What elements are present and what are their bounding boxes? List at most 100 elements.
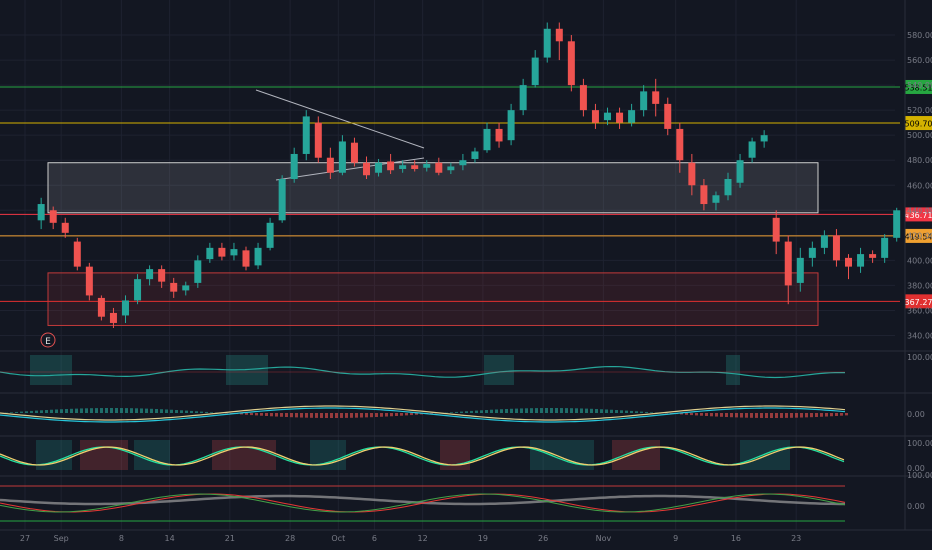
macd-histogram-bar	[570, 408, 573, 413]
macd-histogram-bar	[590, 408, 593, 413]
macd-histogram-bar	[565, 408, 568, 413]
macd-histogram-bar	[740, 413, 743, 418]
candle-body	[423, 163, 431, 168]
panel-axis-label: 100.00	[907, 471, 932, 480]
macd-histogram-bar	[690, 413, 693, 416]
macd-histogram-bar	[540, 408, 543, 413]
macd-histogram-bar	[575, 408, 578, 413]
macd-histogram-bar	[55, 409, 58, 413]
macd-histogram-bar	[100, 408, 103, 413]
macd-histogram-bar	[75, 408, 78, 413]
candle-body	[640, 91, 648, 111]
macd-histogram-bar	[165, 409, 168, 413]
candle-body	[182, 285, 190, 291]
date-tick-label: 27	[20, 534, 30, 543]
date-tick-label: 6	[372, 534, 377, 543]
candle-body	[893, 210, 901, 238]
macd-histogram-bar	[80, 408, 83, 413]
macd-histogram-bar	[395, 413, 398, 416]
macd-histogram-bar	[155, 408, 158, 413]
macd-histogram-bar	[600, 409, 603, 413]
macd-histogram-bar	[380, 413, 383, 417]
candle-body	[567, 41, 575, 86]
price-tick-label: 480.00	[907, 156, 932, 165]
macd-histogram-bar	[130, 408, 133, 413]
macd-histogram-bar	[725, 413, 728, 418]
macd-histogram-bar	[375, 413, 378, 417]
candle-body	[471, 151, 479, 159]
macd-histogram-bar	[825, 413, 828, 417]
macd-histogram-bar	[805, 413, 808, 418]
candle-body	[49, 210, 57, 223]
panel-axis-label: 0.00	[907, 410, 925, 419]
date-tick-label: 19	[478, 534, 488, 543]
date-tick-label: 16	[731, 534, 741, 543]
macd-histogram-bar	[205, 411, 208, 413]
candle-body	[61, 222, 69, 233]
price-tick-label: 580.00	[907, 31, 932, 40]
macd-histogram-bar	[840, 413, 843, 416]
macd-histogram-bar	[490, 409, 493, 413]
panel-axis-label: 100.00	[907, 353, 932, 362]
macd-histogram-bar	[795, 413, 798, 418]
macd-histogram-bar	[265, 413, 268, 417]
candle-body	[37, 204, 45, 221]
macd-histogram-bar	[735, 413, 738, 418]
macd-histogram-bar	[710, 413, 713, 417]
macd-histogram-bar	[340, 413, 343, 418]
macd-histogram-bar	[250, 413, 253, 416]
macd-histogram-bar	[135, 408, 138, 413]
macd-histogram-bar	[350, 413, 353, 418]
price-tick-label: 420.00	[907, 231, 932, 240]
candle-body	[628, 110, 636, 123]
macd-histogram-bar	[835, 413, 838, 416]
macd-histogram-bar	[390, 413, 393, 417]
macd-histogram-bar	[345, 413, 348, 418]
macd-histogram-bar	[530, 408, 533, 413]
macd-histogram-bar	[260, 413, 263, 416]
candle-body	[254, 247, 262, 266]
stoch-band	[740, 440, 790, 470]
macd-histogram-bar	[555, 408, 558, 413]
date-tick-label: 23	[791, 534, 801, 543]
macd-histogram-bar	[815, 413, 818, 417]
candle-body	[820, 235, 828, 248]
macd-histogram-bar	[270, 413, 273, 417]
macd-histogram-bar	[115, 408, 118, 413]
macd-histogram-bar	[750, 413, 753, 418]
rsi-band	[484, 355, 514, 385]
date-tick-label: 26	[538, 534, 548, 543]
macd-histogram-bar	[460, 411, 463, 413]
macd-histogram-bar	[200, 411, 203, 413]
price-tick-label: 400.00	[907, 256, 932, 265]
macd-histogram-bar	[50, 409, 53, 413]
price-tick-label: 380.00	[907, 281, 932, 290]
candle-body	[350, 142, 358, 163]
macd-histogram-bar	[360, 413, 363, 418]
candle-body	[302, 116, 310, 154]
macd-histogram-bar	[580, 408, 583, 413]
candle-body	[543, 28, 551, 58]
macd-histogram-bar	[280, 413, 283, 417]
macd-histogram-bar	[500, 409, 503, 413]
macd-histogram-bar	[105, 408, 108, 413]
candle-body	[290, 153, 298, 179]
macd-histogram-bar	[790, 413, 793, 418]
macd-histogram-bar	[385, 413, 388, 417]
candle-body	[314, 122, 322, 158]
candle-body	[194, 260, 202, 283]
macd-histogram-bar	[810, 413, 813, 418]
macd-histogram-bar	[620, 410, 623, 413]
macd-histogram-bar	[15, 411, 18, 413]
candle-body	[869, 254, 877, 258]
price-tick-label: 440.00	[907, 206, 932, 215]
candle-body	[266, 222, 274, 248]
candle-body	[399, 165, 407, 169]
macd-histogram-bar	[335, 413, 338, 418]
candle-body	[375, 162, 383, 173]
macd-histogram-bar	[485, 409, 488, 413]
macd-histogram-bar	[295, 413, 298, 418]
macd-histogram-bar	[770, 413, 773, 418]
macd-histogram-bar	[290, 413, 293, 418]
macd-histogram-bar	[730, 413, 733, 418]
